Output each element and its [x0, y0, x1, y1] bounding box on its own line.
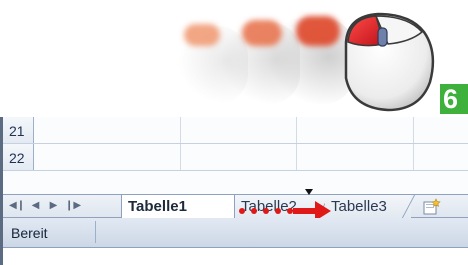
drag-trail-dot: [275, 208, 281, 214]
mouse-illustration: 6: [170, 0, 468, 114]
mouse-click-drag-icon: [344, 12, 435, 112]
row-header[interactable]: 21: [3, 117, 34, 143]
nav-last-icon[interactable]: ❙▶: [65, 199, 81, 213]
tab-tabelle3[interactable]: Tabelle3: [325, 195, 411, 218]
nav-next-icon[interactable]: ▶: [47, 199, 60, 213]
table-row: 22: [3, 144, 468, 171]
spreadsheet-area: 21 22 ◀❙ ◀ ▶ ❙▶ Tabelle1 Tabelle2 Tabell…: [0, 117, 468, 265]
tab-tabelle1[interactable]: Tabelle1: [121, 195, 235, 218]
cell-divider: [180, 144, 181, 170]
drag-trail-dot: [263, 208, 269, 214]
drop-position-marker: [305, 189, 313, 195]
row-header[interactable]: 22: [3, 144, 34, 170]
drag-trail-dot: [251, 208, 257, 214]
motion-trail: [184, 24, 220, 46]
cell-divider: [413, 144, 414, 170]
insert-worksheet-button[interactable]: [411, 195, 451, 218]
cell-divider: [296, 144, 297, 170]
table-row: 21: [3, 117, 468, 144]
cell-divider: [413, 117, 414, 143]
nav-prev-icon[interactable]: ◀: [29, 199, 42, 213]
cell-divider: [296, 117, 297, 143]
motion-trail: [296, 16, 340, 46]
cell-divider: [180, 117, 181, 143]
window-bottom: [3, 248, 468, 265]
nav-first-icon[interactable]: ◀❙: [9, 199, 25, 213]
drag-trail-dot: [239, 208, 245, 214]
motion-trail: [242, 20, 282, 46]
step-number-badge: 6: [440, 84, 468, 114]
insert-worksheet-icon: [423, 198, 441, 215]
status-bar: Bereit: [3, 218, 468, 248]
sheet-tab-bar: ◀❙ ◀ ▶ ❙▶ Tabelle1 Tabelle2 Tabelle3: [3, 194, 468, 218]
status-divider: [95, 221, 96, 243]
status-text: Bereit: [11, 225, 48, 241]
